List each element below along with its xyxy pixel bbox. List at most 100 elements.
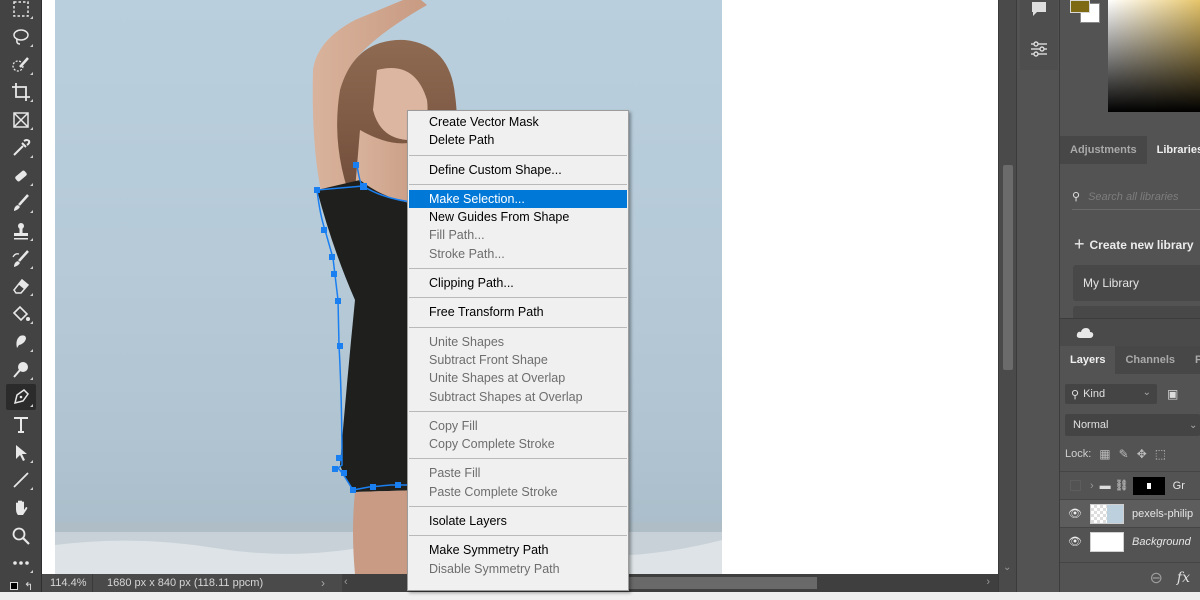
lock-transparent-pixels-icon[interactable]: ▦: [1099, 447, 1110, 461]
tool-paint-bucket[interactable]: [6, 301, 36, 327]
visibility-toggle[interactable]: [1060, 480, 1090, 491]
tab-libraries[interactable]: Libraries: [1146, 136, 1200, 164]
filter-pixel-layers-icon[interactable]: ▣: [1167, 387, 1178, 401]
chevron-down-icon: ⌄: [1142, 387, 1151, 398]
scroll-down-icon[interactable]: ⌄: [1003, 562, 1011, 573]
library-search-placeholder: Search all libraries: [1088, 190, 1179, 203]
layer-thumbnail: [1090, 531, 1124, 552]
tool-eyedropper[interactable]: [6, 135, 36, 161]
tool-zoom[interactable]: [6, 523, 36, 549]
tool-group-indicator: [30, 72, 33, 75]
layer-row[interactable]: 👁 pexels-philip: [1060, 499, 1200, 527]
tool-more-tools[interactable]: [6, 550, 36, 576]
color-picker-field[interactable]: [1108, 0, 1200, 112]
layer-row[interactable]: › ▬ ⛓ Gr: [1060, 471, 1200, 499]
comments-button[interactable]: [1020, 0, 1058, 30]
tool-brush[interactable]: [6, 190, 36, 216]
menu-item-create-vector-mask[interactable]: Create Vector Mask: [408, 113, 628, 131]
tab-adjustments[interactable]: Adjustments: [1060, 136, 1147, 164]
tool-rectangular-marquee[interactable]: [6, 0, 36, 22]
comment-icon: [1032, 2, 1046, 16]
scroll-right-icon[interactable]: ›: [986, 576, 990, 588]
tool-line[interactable]: [6, 467, 36, 493]
layer-kind-filter[interactable]: ⚲ Kind ⌄: [1065, 384, 1157, 404]
tool-healing-brush[interactable]: [6, 163, 36, 189]
tool-frame[interactable]: [6, 107, 36, 133]
frame-icon: [13, 112, 29, 128]
menu-item-isolate-layers[interactable]: Isolate Layers: [408, 512, 628, 530]
vertical-scroll-thumb[interactable]: [1003, 165, 1013, 370]
menu-item-new-guides-from-shape[interactable]: New Guides From Shape: [408, 208, 628, 226]
menu-item-free-transform-path[interactable]: Free Transform Path: [408, 303, 628, 321]
tab-paths[interactable]: Pat: [1185, 346, 1200, 374]
menu-item-copy-complete-stroke: Copy Complete Stroke: [429, 437, 555, 452]
canvas-empty-area[interactable]: [722, 0, 998, 574]
horizontal-scroll-thumb[interactable]: [617, 577, 817, 589]
tool-group-indicator: [30, 377, 33, 380]
tool-group-indicator: [30, 460, 33, 463]
tab-channels[interactable]: Channels: [1115, 346, 1185, 374]
lock-artboard-icon[interactable]: ⬚: [1155, 447, 1166, 461]
tool-type[interactable]: [6, 412, 36, 438]
tool-crop[interactable]: [6, 79, 36, 105]
menu-item-delete-path[interactable]: Delete Path: [408, 131, 628, 149]
status-menu-arrow-icon[interactable]: ›: [312, 576, 334, 590]
link-layers-icon[interactable]: ⊖: [1150, 568, 1163, 588]
object-selection-icon: [12, 57, 29, 72]
layers-panel-footer: ⊖ fx: [1060, 562, 1200, 592]
scroll-left-icon[interactable]: ‹: [344, 576, 348, 588]
library-item-partial[interactable]: [1073, 306, 1200, 318]
default-colors-icon[interactable]: [10, 582, 18, 590]
menu-separator: [409, 458, 627, 460]
fg-bg-swatches[interactable]: ↰: [10, 580, 34, 593]
tool-history-brush[interactable]: [6, 246, 36, 272]
create-new-library-button[interactable]: + Create new library: [1074, 234, 1194, 255]
tool-hand[interactable]: [6, 495, 36, 521]
chevron-right-icon[interactable]: ›: [1090, 480, 1094, 492]
tool-group-indicator: [30, 570, 33, 573]
layer-style-fx-button[interactable]: fx: [1177, 570, 1190, 586]
tool-object-selection[interactable]: [6, 52, 36, 78]
menu-item-make-symmetry-path[interactable]: Make Symmetry Path: [408, 541, 628, 559]
menu-item-unite-shapes-at-overlap: Unite Shapes at Overlap: [429, 371, 566, 386]
tool-group-indicator: [30, 210, 33, 213]
foreground-color-swatch[interactable]: [1070, 0, 1090, 13]
eye-icon[interactable]: 👁: [1060, 507, 1090, 520]
library-search-input[interactable]: ⚲ Search all libraries: [1072, 184, 1200, 210]
layer-filter-row: ⚲ Kind ⌄ ▣: [1065, 383, 1200, 405]
lasso-icon: [13, 29, 29, 45]
zoom-level[interactable]: 114.4%: [42, 577, 92, 589]
menu-item-define-custom-shape[interactable]: Define Custom Shape...: [408, 161, 628, 179]
tool-clone-stamp[interactable]: [6, 218, 36, 244]
menu-separator: [409, 154, 627, 156]
tool-group-indicator: [30, 99, 33, 102]
adjustments-panel-button[interactable]: [1020, 28, 1058, 70]
tool-pen[interactable]: [6, 384, 36, 410]
tool-group-indicator: [30, 293, 33, 296]
tool-eraser[interactable]: [6, 273, 36, 299]
cloud-icon[interactable]: [1076, 327, 1094, 339]
type-icon: [14, 417, 28, 433]
tool-group-indicator: [30, 266, 33, 269]
clone-stamp-icon: [14, 223, 28, 240]
library-item[interactable]: My Library: [1073, 265, 1200, 301]
layers-panel-tabs: Layers Channels Pat: [1060, 346, 1200, 374]
lock-position-icon[interactable]: ✥: [1137, 447, 1147, 461]
menu-separator: [409, 535, 627, 537]
canvas-vertical-scrollbar[interactable]: ⌄: [998, 0, 1016, 592]
line-icon: [13, 472, 29, 488]
lock-image-pixels-icon[interactable]: ✎: [1119, 447, 1129, 461]
tool-smudge[interactable]: [6, 329, 36, 355]
window-bottom-edge: [0, 592, 1200, 600]
crop-icon: [12, 83, 30, 101]
eye-icon[interactable]: 👁: [1060, 535, 1090, 548]
blend-mode-select[interactable]: Normal ⌄: [1065, 414, 1200, 436]
menu-item-make-selection[interactable]: Make Selection...: [409, 189, 627, 209]
tool-path-selection[interactable]: [6, 440, 36, 466]
layer-row[interactable]: 👁 Background: [1060, 527, 1200, 555]
cloud-sync-bar: [1060, 318, 1200, 346]
tool-dodge[interactable]: [6, 357, 36, 383]
menu-item-clipping-path[interactable]: Clipping Path...: [408, 274, 628, 292]
tab-layers[interactable]: Layers: [1060, 346, 1116, 374]
tool-lasso[interactable]: [6, 24, 36, 50]
